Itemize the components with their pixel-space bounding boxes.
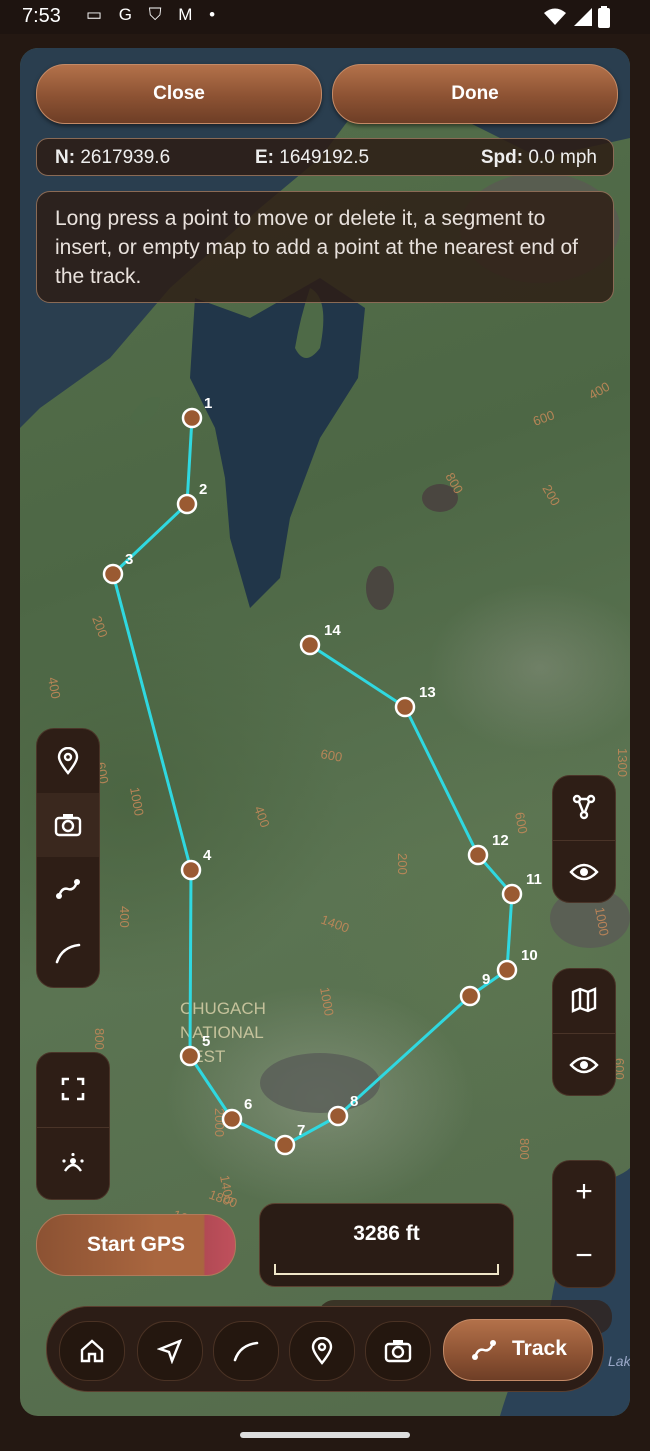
contour-label: 800: [517, 1138, 532, 1160]
track-point[interactable]: [221, 1108, 243, 1130]
contour-label: 1000: [317, 986, 337, 1017]
easting: E: 1649192.5: [255, 147, 370, 168]
pond: [366, 566, 394, 610]
track-point[interactable]: [299, 634, 321, 656]
status-bar: 7:53 ▭ G ⛉ M •: [0, 0, 650, 34]
track-point-label: 6: [244, 1096, 252, 1113]
track-tab-label: Track: [512, 1337, 567, 1360]
track-point-label: 12: [492, 832, 509, 849]
scale-bar: 3286 ft: [259, 1203, 514, 1287]
home-icon[interactable]: [59, 1321, 125, 1381]
zoom-out-button[interactable]: −: [553, 1225, 615, 1287]
area-label-line: CHUGACH: [180, 999, 266, 1018]
curve-icon[interactable]: [213, 1321, 279, 1381]
northing: N: 2617939.6: [55, 147, 171, 168]
right-toolbar: [552, 775, 616, 903]
track-point[interactable]: [394, 696, 416, 718]
pond: [260, 1053, 380, 1113]
scale-text: 3286 ft: [353, 1222, 420, 1245]
contour-label: 200: [89, 614, 111, 640]
lake: [190, 278, 365, 608]
status-time: 7:53: [22, 5, 61, 27]
coordinates-bar: N: 2617939.6 E: 1649192.5 Spd: 0.0 mph: [36, 138, 614, 176]
area-label-line: NATIONAL: [180, 1023, 264, 1042]
track-point[interactable]: [274, 1134, 296, 1156]
track-point-label: 5: [202, 1033, 210, 1050]
track-point-label: 1: [204, 395, 212, 412]
right-toolbar-2: [552, 968, 616, 1096]
map-icon[interactable]: [553, 969, 615, 1031]
left-toolbar: [36, 728, 100, 988]
track-point[interactable]: [467, 844, 489, 866]
waypoints-icon[interactable]: [553, 776, 615, 838]
contour-label: 600: [512, 811, 531, 835]
curve-icon[interactable]: [37, 921, 99, 985]
battery-icon: [598, 6, 610, 28]
contour-label: 200: [539, 482, 563, 508]
track-icon: [472, 1340, 496, 1360]
contour-label: 1300: [615, 748, 630, 777]
map-place-label: Lak: [608, 1353, 630, 1369]
track-point[interactable]: [459, 985, 481, 1007]
start-gps-button[interactable]: Start GPS: [36, 1214, 236, 1276]
contour-label: 400: [117, 906, 132, 928]
contour-label: 800: [92, 1028, 107, 1050]
track-point[interactable]: [327, 1105, 349, 1127]
contour-label: 600: [319, 746, 343, 765]
contour-label: 600: [531, 407, 557, 429]
track-point-label: 3: [125, 551, 133, 568]
zoom-in-button[interactable]: +: [553, 1161, 615, 1223]
track-point-label: 9: [482, 971, 490, 988]
track-point-label: 7: [297, 1122, 305, 1139]
locate-me-icon[interactable]: [37, 1127, 109, 1200]
instructions-panel: Long press a point to move or delete it,…: [36, 191, 614, 303]
fullscreen-icon[interactable]: [37, 1053, 109, 1125]
track-point[interactable]: [176, 493, 198, 515]
track-point-label: 13: [419, 684, 436, 701]
track-line[interactable]: [111, 417, 514, 1147]
home-indicator[interactable]: [240, 1432, 410, 1438]
contour-label: 400: [586, 379, 612, 403]
wifi-icon: [544, 8, 567, 25]
contour-label: 1000: [127, 786, 147, 817]
location-pin-icon[interactable]: [37, 729, 99, 793]
track-point[interactable]: [496, 959, 518, 981]
track-point-label: 4: [203, 847, 212, 864]
close-button[interactable]: Close: [36, 64, 322, 124]
track-point[interactable]: [102, 563, 124, 585]
contour-label: 1400: [319, 912, 351, 936]
eye-icon[interactable]: [553, 840, 615, 903]
bottom-navigation: Track: [46, 1306, 604, 1392]
camera-icon[interactable]: [37, 793, 99, 857]
status-notification-icons: ▭ G ⛉ M •: [86, 5, 222, 24]
scale-ruler: [274, 1264, 499, 1275]
track-point-label: 2: [199, 481, 207, 498]
navigate-icon[interactable]: [137, 1321, 203, 1381]
track-point[interactable]: [179, 1045, 201, 1067]
speed: Spd: 0.0 mph: [480, 147, 597, 168]
contour-label: 400: [251, 804, 273, 830]
contour-label: 200: [395, 853, 410, 875]
track-point[interactable]: [180, 859, 202, 881]
signal-icon: [573, 8, 592, 26]
track-point-label: 11: [526, 871, 542, 888]
zoom-controls: + −: [552, 1160, 616, 1288]
track-point-label: 10: [521, 947, 538, 964]
camera-icon[interactable]: [365, 1321, 431, 1381]
done-button[interactable]: Done: [332, 64, 618, 124]
left-toolbar-2: [36, 1052, 110, 1200]
track-point[interactable]: [181, 407, 203, 429]
status-system-icons: [543, 6, 610, 28]
eye-icon[interactable]: [553, 1033, 615, 1096]
island: [130, 397, 160, 426]
contour-label: 400: [45, 676, 64, 700]
track-point[interactable]: [501, 883, 523, 905]
track-tab[interactable]: Track: [443, 1319, 593, 1381]
track-point-label: 14: [324, 622, 341, 639]
track-point-label: 8: [350, 1093, 358, 1110]
location-pin-icon[interactable]: [289, 1321, 355, 1381]
track-icon[interactable]: [37, 857, 99, 921]
